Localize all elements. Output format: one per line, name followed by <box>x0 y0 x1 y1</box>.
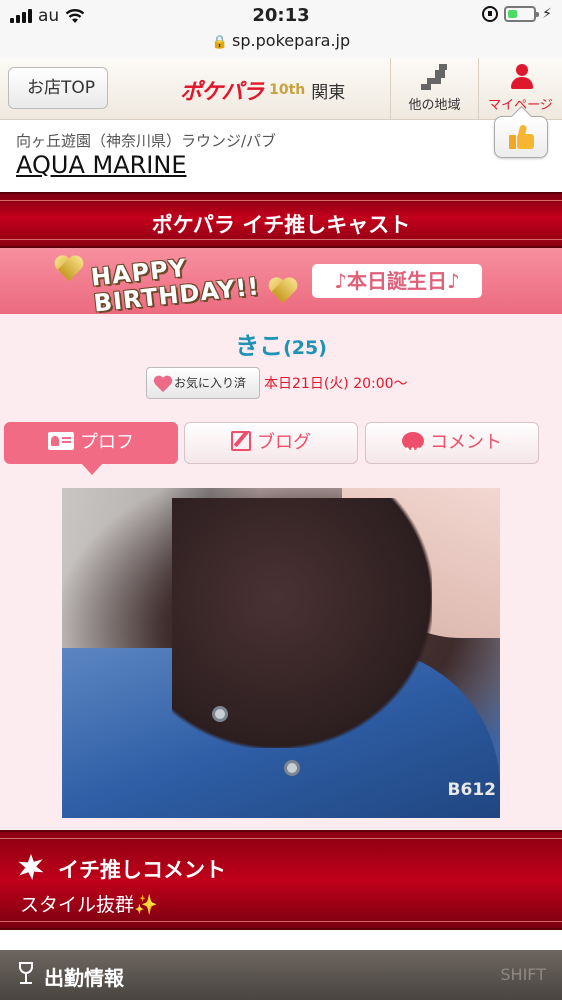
other-region-button[interactable]: 他の地域 <box>390 58 478 119</box>
cast-name-text: きこ <box>235 332 284 360</box>
tab-profile-label: プロフ <box>80 432 134 453</box>
site-header: お店TOP ポケパラ 10th 関東 他の地域 マイページ <box>0 58 562 120</box>
work-schedule: 本日21日(火) 20:00〜 <box>264 376 408 392</box>
like-button[interactable] <box>494 116 548 158</box>
padlock-icon: 🔒 <box>211 35 229 50</box>
site-logo[interactable]: ポケパラ 10th 関東 <box>180 74 345 106</box>
blog-edit-icon <box>231 431 251 451</box>
shop-name-link[interactable]: AQUA MARINE <box>16 151 187 179</box>
clock: 20:13 <box>252 5 310 26</box>
thumbs-up-icon <box>509 124 535 149</box>
address-bar[interactable]: 🔒 sp.pokepara.jp <box>0 30 562 58</box>
shift-label: SHIFT <box>500 965 546 984</box>
status-right: ⚡ <box>482 6 552 22</box>
other-region-label: 他の地域 <box>408 98 461 113</box>
favorite-label: お気に入り済 <box>174 376 247 390</box>
profile-card-icon <box>48 432 74 450</box>
logo-text: ポケパラ <box>180 80 264 105</box>
shop-area-label: 向ヶ丘遊園（神奈川県）ラウンジ/パブ <box>16 132 277 150</box>
rotation-lock-icon <box>482 6 499 22</box>
cast-photo[interactable]: B612 <box>62 488 500 818</box>
cast-name: きこ(25) <box>0 326 562 361</box>
recommend-comment-section: イチ推しコメント スタイル抜群✨ <box>0 830 562 930</box>
logo-region: 関東 <box>311 82 346 103</box>
photo-watermark: B612 <box>447 780 496 800</box>
heart-icon <box>153 376 173 392</box>
charging-icon: ⚡ <box>542 6 552 22</box>
url-text: sp.pokepara.jp <box>232 31 351 50</box>
japan-map-icon <box>421 64 451 90</box>
logo-badge: 10th <box>269 82 306 98</box>
tab-profile[interactable]: プロフ <box>4 422 178 475</box>
happy-birthday-art: HAPPY BIRTHDAY!! <box>54 252 304 318</box>
tab-comment-label: コメント <box>430 432 502 453</box>
wine-glass-icon <box>18 962 34 986</box>
battery-icon <box>504 6 540 22</box>
shift-info-title: 出勤情報 <box>44 966 124 990</box>
birthday-strip: HAPPY BIRTHDAY!! ♪本日誕生日♪ <box>0 248 562 318</box>
shop-top-back-button[interactable]: お店TOP <box>8 67 108 109</box>
comment-text: スタイル抜群 <box>20 894 135 916</box>
favorite-button[interactable]: お気に入り済 <box>146 367 260 399</box>
comment-bubble-icon <box>402 430 424 470</box>
tab-blog-label: ブログ <box>257 432 311 453</box>
gold-heart-icon <box>54 256 84 284</box>
sparkle-icon: ✨ <box>134 894 158 916</box>
cast-age: (25) <box>283 337 327 359</box>
tab-blog[interactable]: ブログ <box>184 422 358 464</box>
status-bar: au 20:13 ⚡ <box>0 0 562 30</box>
recommend-comment-body: スタイル抜群✨ <box>20 890 158 917</box>
shift-info-bar[interactable]: 出勤情報 SHIFT <box>0 950 562 1000</box>
featured-cast-title: ポケパラ イチ推しキャスト <box>151 213 411 237</box>
recommend-comment-title: イチ推しコメント <box>58 858 226 882</box>
tab-comment[interactable]: コメント <box>365 422 539 470</box>
gold-heart-icon <box>268 278 298 306</box>
birthday-today-label: ♪本日誕生日♪ <box>312 264 482 298</box>
person-icon <box>510 64 534 90</box>
featured-cast-banner: ポケパラ イチ推しキャスト <box>0 192 562 248</box>
burst-icon <box>18 854 48 880</box>
